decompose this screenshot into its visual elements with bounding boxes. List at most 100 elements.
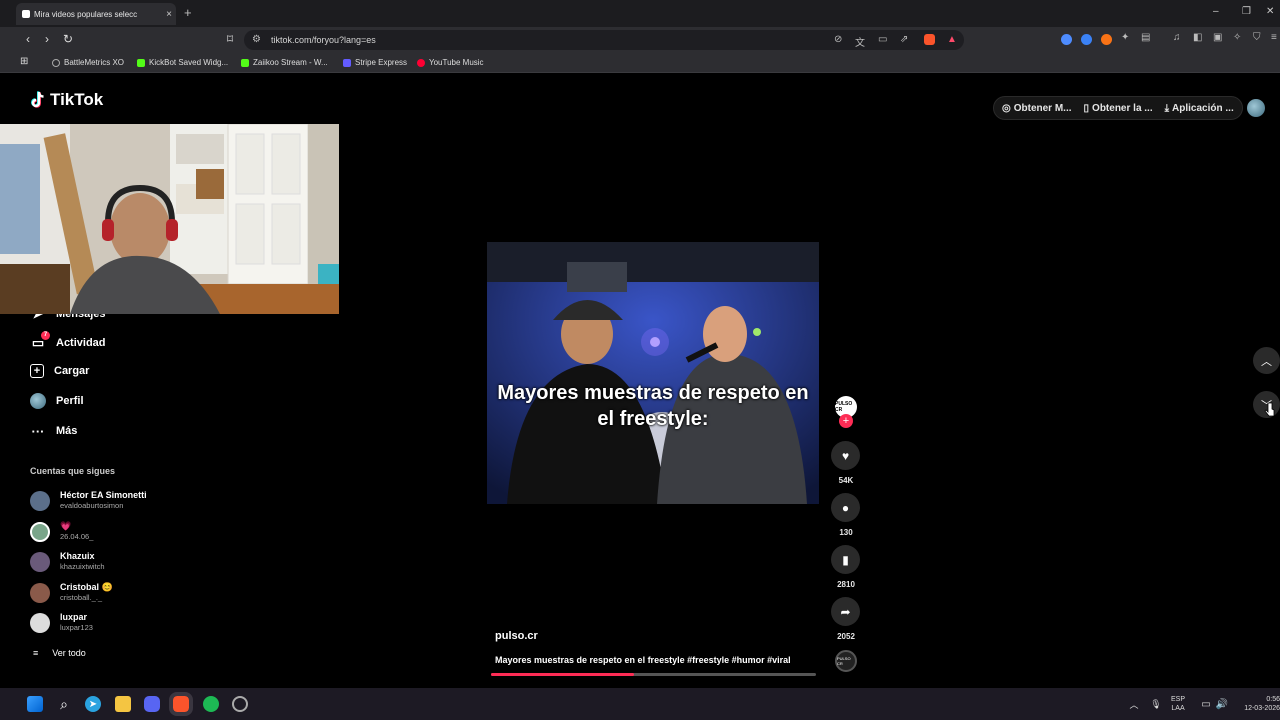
new-tab-button[interactable]: + bbox=[184, 5, 192, 20]
account-name: Cristobal 😊 bbox=[60, 582, 113, 592]
save-button[interactable]: ▮ bbox=[831, 545, 860, 574]
sidebar-item-activity[interactable]: ▭ 7 Actividad bbox=[30, 331, 106, 351]
site-settings-icon[interactable]: ⚙ bbox=[252, 34, 261, 45]
following-account[interactable]: 💗 26.04.06_ bbox=[30, 521, 93, 542]
stripe-icon bbox=[343, 58, 351, 67]
more-icon: ··· bbox=[31, 423, 45, 439]
sidebar-item-label: Actividad bbox=[56, 337, 106, 349]
tray-chevron-icon[interactable]: ︿ bbox=[1126, 696, 1142, 712]
media-icon[interactable]: ♫ bbox=[1173, 32, 1181, 43]
avatar bbox=[30, 551, 50, 572]
minimize-button[interactable]: – bbox=[1213, 6, 1219, 17]
kick-icon bbox=[137, 58, 145, 67]
avatar bbox=[30, 612, 50, 633]
music-disc-icon[interactable]: PULSO CR bbox=[835, 650, 857, 672]
like-button[interactable]: ♥ bbox=[831, 441, 860, 470]
profile-icon bbox=[30, 393, 46, 409]
back-icon[interactable]: ‹ bbox=[20, 32, 36, 46]
spotify-icon[interactable] bbox=[203, 696, 219, 712]
reading-list-icon[interactable]: ▤ bbox=[1141, 32, 1150, 43]
get-coins-button[interactable]: ◎ Obtener M... bbox=[1002, 103, 1072, 114]
wallet-icon[interactable]: ▣ bbox=[1213, 32, 1222, 43]
bookmark-item[interactable]: BattleMetrics XO bbox=[52, 58, 124, 67]
header-actions: ◎ Obtener M... ▯ Obtener la ... ⤓ Aplica… bbox=[993, 96, 1243, 120]
sidebar-item-upload[interactable]: + Cargar bbox=[30, 364, 89, 378]
video-progress-bar[interactable] bbox=[491, 673, 816, 676]
follow-creator-button[interactable]: + bbox=[839, 414, 853, 428]
extension-2-icon[interactable] bbox=[1081, 34, 1092, 45]
start-icon[interactable] bbox=[27, 696, 43, 712]
previous-video-button[interactable]: ︿ bbox=[1253, 347, 1280, 374]
windows-taskbar: ⌕ ➤ ︿ 🎙 ESP LAA ▭ 🔊 0:56 12-03-2026 bbox=[0, 688, 1280, 720]
following-account[interactable]: Khazuix khazuixtwitch bbox=[30, 551, 105, 572]
inbox-icon: ▭ 7 bbox=[30, 331, 50, 351]
comment-button[interactable]: ● bbox=[831, 493, 860, 522]
file-explorer-icon[interactable] bbox=[115, 696, 131, 712]
tiktok-logo[interactable]: TikTok bbox=[30, 90, 103, 110]
bookmark-item[interactable]: KickBot Saved Widg... bbox=[137, 58, 228, 67]
reload-icon[interactable]: ↻ bbox=[60, 32, 76, 46]
close-window-button[interactable]: ✕ bbox=[1266, 6, 1274, 17]
translate-icon[interactable]: 文 bbox=[855, 34, 865, 49]
brave-rewards-icon[interactable]: ▲ bbox=[947, 34, 957, 45]
network-icon[interactable]: ▭ bbox=[1198, 696, 1214, 712]
sidebar-item-more[interactable]: ··· Más bbox=[30, 423, 78, 439]
bookmark-icon[interactable]: ⌑ bbox=[222, 32, 238, 46]
share-icon[interactable]: ⇗ bbox=[900, 34, 908, 45]
video-player[interactable]: Mayores muestras de respeto en el freest… bbox=[487, 242, 819, 504]
list-icon: ≡ bbox=[33, 648, 39, 658]
brave-browser-icon[interactable] bbox=[169, 692, 193, 716]
extension-1-icon[interactable] bbox=[1061, 34, 1072, 45]
get-coins-label: Obtener M... bbox=[1013, 102, 1072, 114]
see-all-link[interactable]: ≡ Ver todo bbox=[33, 648, 86, 658]
apps-grid-icon[interactable]: ⊞ bbox=[20, 56, 28, 67]
tab-close-icon[interactable]: × bbox=[162, 9, 176, 20]
account-name: 💗 bbox=[60, 521, 72, 531]
bookmark-item[interactable]: Zaiikoo Stream - W... bbox=[241, 58, 328, 67]
like-count: 54K bbox=[838, 476, 854, 485]
clock-time: 0:56 bbox=[1266, 696, 1280, 703]
volume-icon[interactable]: 🔊 bbox=[1214, 696, 1230, 712]
restore-button[interactable]: ❐ bbox=[1242, 6, 1251, 17]
webcam-feed-image bbox=[0, 124, 339, 314]
desktop-app-button[interactable]: ⤓ Aplicación ... bbox=[1165, 103, 1234, 114]
sidebar-icon[interactable]: ◧ bbox=[1193, 32, 1202, 43]
clock[interactable]: 0:56 12-03-2026 bbox=[1236, 695, 1280, 713]
discord-icon[interactable] bbox=[144, 696, 160, 712]
avatar bbox=[30, 490, 50, 511]
address-bar[interactable]: ⚙ tiktok.com/foryou?lang=es ⊘ 文 ▭ ⇗ ▲ bbox=[244, 30, 964, 50]
get-app-button[interactable]: ▯ Obtener la ... bbox=[1084, 103, 1153, 114]
browser-tab[interactable]: Mira videos populares selecc × bbox=[16, 3, 176, 25]
bookmark-label: Stripe Express bbox=[355, 58, 408, 67]
search-icon[interactable]: ⌕ bbox=[56, 696, 72, 712]
sidebar-item-profile[interactable]: Perfil bbox=[30, 393, 84, 409]
tiktok-note-icon bbox=[31, 91, 44, 108]
bookmark-item[interactable]: Stripe Express bbox=[343, 58, 407, 67]
desktop-app-label: Aplicación ... bbox=[1172, 102, 1234, 114]
following-account[interactable]: Héctor EA Simonetti evaldoaburtosimon bbox=[30, 490, 147, 511]
extension-3-icon[interactable] bbox=[1101, 34, 1112, 45]
microphone-icon[interactable]: 🎙 bbox=[1148, 696, 1164, 712]
extensions-icon[interactable]: ✦ bbox=[1121, 32, 1129, 43]
browser-toolbar: ‹ › ↻ ⌑ ⚙ tiktok.com/foryou?lang=es ⊘ 文 … bbox=[0, 27, 1280, 53]
no-tracking-icon[interactable]: ⊘ bbox=[834, 34, 842, 45]
following-account[interactable]: Cristobal 😊 cristoball._._ bbox=[30, 582, 113, 603]
telegram-icon[interactable]: ➤ bbox=[85, 696, 101, 712]
following-account[interactable]: luxpar luxpar123 bbox=[30, 612, 93, 633]
vpn-icon[interactable]: ⛉ bbox=[1253, 32, 1261, 43]
bookmark-item[interactable]: YouTube Music bbox=[417, 58, 484, 67]
leo-ai-icon[interactable]: ✧ bbox=[1233, 32, 1241, 43]
profile-avatar[interactable] bbox=[1247, 99, 1265, 117]
forward-icon[interactable]: › bbox=[39, 32, 55, 46]
cast-icon[interactable]: ▭ bbox=[878, 34, 887, 45]
menu-icon[interactable]: ≡ bbox=[1271, 32, 1277, 43]
account-name: Héctor EA Simonetti bbox=[60, 490, 147, 500]
brave-shields-icon[interactable] bbox=[924, 34, 935, 45]
save-count: 2810 bbox=[837, 580, 855, 589]
video-author[interactable]: pulso.cr bbox=[495, 630, 538, 642]
language-indicator[interactable]: ESP LAA bbox=[1171, 695, 1185, 713]
share-button[interactable]: ➦ bbox=[831, 597, 860, 626]
obs-icon[interactable] bbox=[232, 696, 248, 712]
avatar bbox=[30, 521, 50, 542]
tiktok-favicon-icon bbox=[22, 10, 30, 18]
